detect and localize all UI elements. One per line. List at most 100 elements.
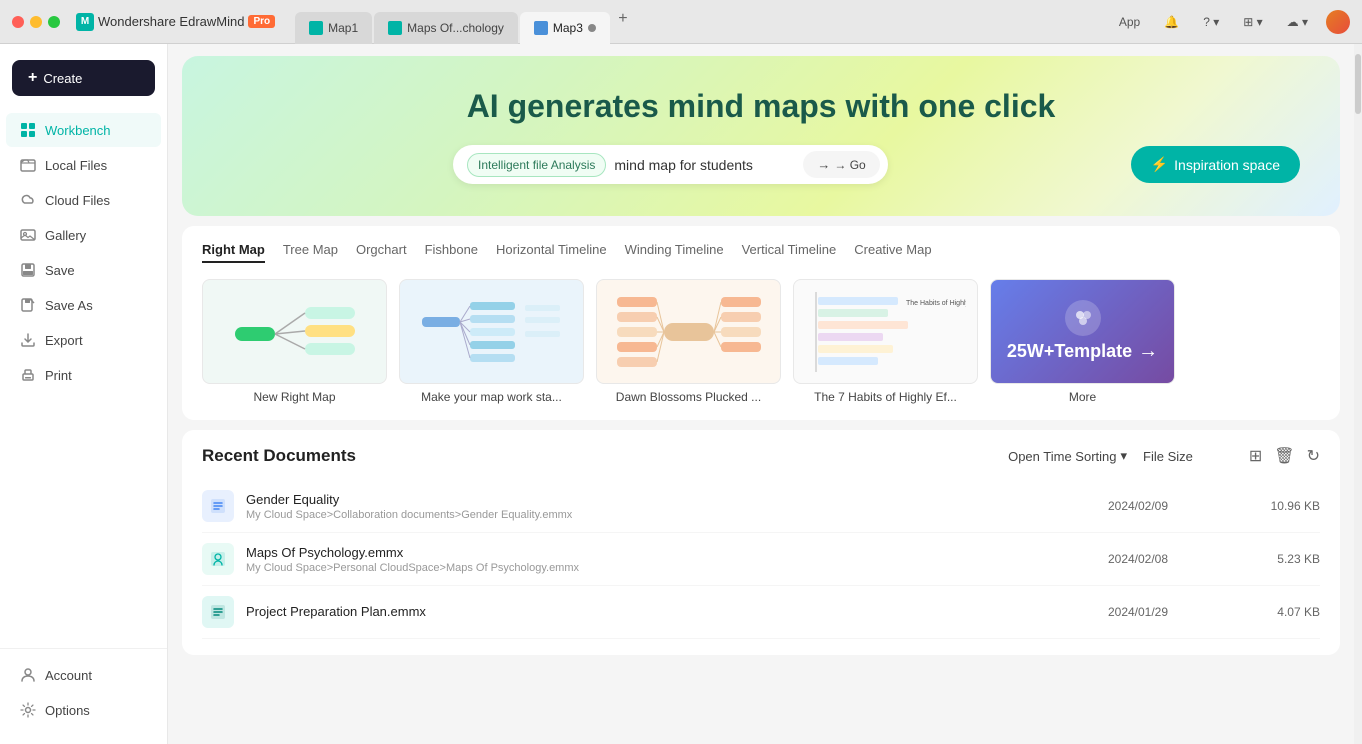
tab-map3[interactable]: Map3 (520, 12, 610, 44)
doc-list: Gender Equality My Cloud Space>Collabora… (202, 480, 1320, 639)
sidebar-label-save-as: Save As (45, 298, 93, 313)
map-card-img-dawn-blossoms (596, 279, 781, 384)
pro-badge: Pro (248, 15, 275, 28)
scrollbar-track[interactable] (1354, 44, 1362, 744)
workbench-icon (20, 122, 36, 138)
inspiration-button[interactable]: ⚡ Inspiration space (1131, 146, 1300, 183)
sidebar-item-cloud-files[interactable]: Cloud Files (6, 183, 161, 217)
map-tab-horizontal-timeline[interactable]: Horizontal Timeline (496, 242, 607, 263)
map-tab-right-map[interactable]: Right Map (202, 242, 265, 263)
search-input[interactable] (614, 157, 795, 173)
map-card-img-new (202, 279, 387, 384)
map-tab-creative-map[interactable]: Creative Map (854, 242, 931, 263)
doc-row[interactable]: Gender Equality My Cloud Space>Collabora… (202, 480, 1320, 533)
doc-info-maps-psychology: Maps Of Psychology.emmx My Cloud Space>P… (246, 545, 1056, 574)
doc-row[interactable]: Maps Of Psychology.emmx My Cloud Space>P… (202, 533, 1320, 586)
doc-path-gender-equality: My Cloud Space>Collaboration documents>G… (246, 509, 1056, 521)
map-tab-orgchart[interactable]: Orgchart (356, 242, 407, 263)
map-section: Right Map Tree Map Orgchart Fishbone Hor… (182, 226, 1340, 420)
app-logo-icon: M (76, 13, 94, 31)
map-tab-fishbone[interactable]: Fishbone (425, 242, 478, 263)
maximize-button[interactable] (48, 16, 60, 28)
hero-title: AI generates mind maps with one click (222, 88, 1300, 125)
gallery-icon (20, 227, 36, 243)
sidebar-item-export[interactable]: Export (6, 323, 161, 357)
file-size-label: File Size (1143, 449, 1193, 464)
delete-icon[interactable]: 🗑 (1274, 446, 1294, 466)
doc-path-maps-psychology: My Cloud Space>Personal CloudSpace>Maps … (246, 562, 1056, 574)
cloud-button[interactable]: ☁ ▾ (1281, 12, 1314, 32)
sidebar-item-workbench[interactable]: Workbench (6, 113, 161, 147)
template-count-label: 25W+Template → (1007, 340, 1158, 363)
map-tab-vertical-timeline[interactable]: Vertical Timeline (742, 242, 837, 263)
map-card-new-right-map[interactable]: New Right Map (202, 279, 387, 404)
map-card-work-sta[interactable]: Make your map work sta... (399, 279, 584, 404)
bolt-icon: ⚡ (1151, 156, 1168, 173)
sidebar-item-account[interactable]: Account (6, 658, 161, 692)
sidebar-item-local-files[interactable]: Local Files (6, 148, 161, 182)
user-avatar[interactable] (1326, 10, 1350, 34)
close-button[interactable] (12, 16, 24, 28)
help-button[interactable]: ? ▾ (1197, 12, 1225, 32)
doc-info-project-preparation: Project Preparation Plan.emmx (246, 604, 1056, 621)
list-view-icon[interactable]: ⊞ (1249, 446, 1262, 466)
sidebar-item-options[interactable]: Options (6, 693, 161, 727)
sidebar-item-print[interactable]: Print (6, 358, 161, 392)
window-controls[interactable] (12, 16, 60, 28)
map-tab-winding-timeline[interactable]: Winding Timeline (625, 242, 724, 263)
local-files-icon (20, 157, 36, 173)
scrollbar-thumb[interactable] (1355, 54, 1361, 114)
svg-text:The Habits of Highly: The Habits of Highly (906, 300, 966, 307)
refresh-icon[interactable]: ↻ (1307, 446, 1320, 466)
minimize-button[interactable] (30, 16, 42, 28)
sidebar-item-save-as[interactable]: Save As (6, 288, 161, 322)
sort-button[interactable]: Open Time Sorting ▾ (1008, 448, 1127, 464)
sidebar-nav: Workbench Local Files Cl (0, 104, 167, 648)
add-tab-button[interactable]: + (612, 8, 634, 30)
app-button[interactable]: App (1113, 12, 1146, 32)
doc-date-gender-equality: 2024/02/09 (1068, 499, 1208, 513)
map-card-more[interactable]: 25W+Template → More (990, 279, 1175, 404)
map-card-img-work-sta (399, 279, 584, 384)
tab-label-map3: Map3 (553, 21, 583, 35)
sidebar-item-gallery[interactable]: Gallery (6, 218, 161, 252)
app-body: + Create Workbench (0, 44, 1362, 744)
sort-chevron-icon: ▾ (1120, 448, 1127, 464)
sidebar-label-print: Print (45, 368, 72, 383)
map-card-dawn-blossoms[interactable]: Dawn Blossoms Plucked ... (596, 279, 781, 404)
go-button[interactable]: → → Go (803, 151, 879, 178)
tab-map1[interactable]: Map1 (295, 12, 372, 44)
hero-search-wrap: Intelligent file Analysis → → Go ⚡ Inspi… (222, 145, 1300, 184)
sidebar-item-save[interactable]: Save (6, 253, 161, 287)
sort-label: Open Time Sorting (1008, 449, 1116, 464)
doc-info-gender-equality: Gender Equality My Cloud Space>Collabora… (246, 492, 1056, 521)
doc-date-project-preparation: 2024/01/29 (1068, 605, 1208, 619)
doc-icon-maps-psychology (202, 543, 234, 575)
grid-button[interactable]: ⊞ ▾ (1237, 12, 1268, 32)
doc-name-gender-equality: Gender Equality (246, 492, 1056, 507)
tab-maps-psychology[interactable]: Maps Of...chology (374, 12, 518, 44)
map-tab-tree-map[interactable]: Tree Map (283, 242, 338, 263)
doc-icon-gender-equality (202, 490, 234, 522)
map-card-7-habits[interactable]: The Habits of Highly The 7 Habits of Hig… (793, 279, 978, 404)
doc-size-project-preparation: 4.07 KB (1220, 605, 1320, 619)
app-name: Wondershare EdrawMind (98, 14, 244, 29)
create-button[interactable]: + Create (12, 60, 155, 96)
notifications-button[interactable]: 🔔 (1158, 12, 1185, 32)
export-icon (20, 332, 36, 348)
inspiration-label: Inspiration space (1174, 157, 1280, 173)
map-card-img-more: 25W+Template → (990, 279, 1175, 384)
tab-icon-map3 (534, 21, 548, 35)
sidebar: + Create Workbench (0, 44, 168, 744)
doc-date-maps-psychology: 2024/02/08 (1068, 552, 1208, 566)
unsaved-indicator (588, 24, 596, 32)
titlebar-right: App 🔔 ? ▾ ⊞ ▾ ☁ ▾ (1113, 10, 1350, 34)
tab-icon-maps-psychology (388, 21, 402, 35)
recent-section: Recent Documents Open Time Sorting ▾ Fil… (182, 430, 1340, 655)
sidebar-label-gallery: Gallery (45, 228, 86, 243)
hero-search: Intelligent file Analysis → → Go (453, 145, 888, 184)
print-icon (20, 367, 36, 383)
doc-row[interactable]: Project Preparation Plan.emmx 2024/01/29… (202, 586, 1320, 639)
tab-bar: Map1 Maps Of...chology Map3 + (295, 6, 634, 38)
search-tag[interactable]: Intelligent file Analysis (467, 153, 606, 177)
